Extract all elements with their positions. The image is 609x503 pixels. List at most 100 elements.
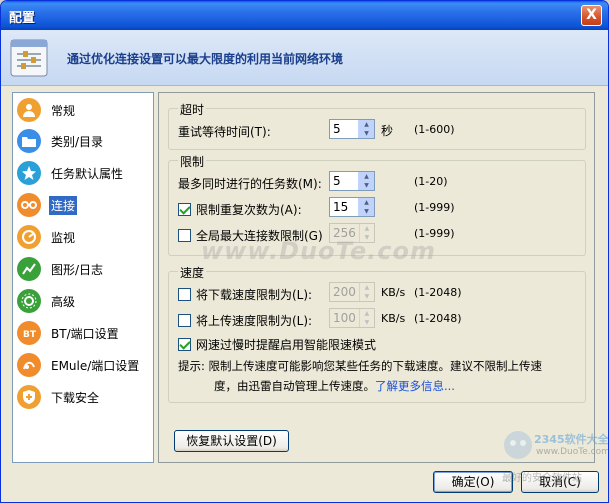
max-tasks-value: 5 xyxy=(333,174,341,188)
category-sidebar[interactable]: 常规 类别/目录 任务默认属性 连接 监视 图形/日志 高级 BT BT/端口设… xyxy=(12,92,154,463)
monitor-icon xyxy=(17,225,41,249)
upload-limit-stepper: 100 ▲ ▼ xyxy=(329,308,375,328)
corner-tagline: 最好的安全软件站 xyxy=(502,473,582,484)
upload-limit-checkbox[interactable] xyxy=(178,314,191,327)
sidebar-item-connection[interactable]: 连接 xyxy=(17,190,151,220)
sidebar-item-label: 下载安全 xyxy=(51,390,100,405)
retry-limit-checkbox[interactable] xyxy=(178,203,191,216)
restore-defaults-button[interactable]: 恢复默认设置(D) xyxy=(174,430,289,452)
spin-up-icon[interactable]: ▲ xyxy=(359,172,374,181)
global-conn-checkbox[interactable] xyxy=(178,229,191,242)
smart-limit-label: 网速过慢时提醒启用智能限速模式 xyxy=(196,338,377,352)
retry-limit-row[interactable]: 限制重复次数为(A): xyxy=(178,201,302,218)
title-bar[interactable]: 配置 X xyxy=(1,1,608,30)
sidebar-item-graph-log[interactable]: 图形/日志 xyxy=(17,254,151,284)
upload-limit-value: 100 xyxy=(333,311,356,325)
download-limit-row[interactable]: 将下载速度限制为(L): xyxy=(178,286,312,303)
hint-line-1: 提示: 限制上传速度可能影响您某些任务的下载速度。建议不限制上传速 xyxy=(178,359,543,373)
emule-icon xyxy=(17,353,41,377)
sidebar-item-emule-port[interactable]: EMule/端口设置 xyxy=(17,350,151,380)
download-limit-stepper: 200 ▲ ▼ xyxy=(329,282,375,302)
retry-wait-stepper[interactable]: 5 ▲ ▼ xyxy=(329,119,375,139)
close-icon: X xyxy=(586,7,597,23)
sidebar-item-general[interactable]: 常规 xyxy=(17,95,151,125)
gear-star-icon xyxy=(17,161,41,185)
retry-limit-label: 限制重复次数为(A): xyxy=(196,203,302,217)
hint-line-2-row: 度，由迅雷自动管理上传速度。 了解更多信息... xyxy=(214,378,455,394)
sidebar-item-label: 图形/日志 xyxy=(51,262,104,277)
max-tasks-range: (1-20) xyxy=(414,175,448,188)
watermark-text: www.DuoTe.com xyxy=(201,237,436,265)
sidebar-item-label: 任务默认属性 xyxy=(51,166,124,181)
retry-limit-value: 15 xyxy=(333,200,349,214)
connection-icon xyxy=(17,193,41,217)
download-limit-unit: KB/s xyxy=(381,286,406,299)
bt-icon: BT xyxy=(17,321,41,345)
sidebar-item-monitor[interactable]: 监视 xyxy=(17,222,151,252)
advanced-gear-icon xyxy=(17,289,41,313)
spin-up-icon[interactable]: ▲ xyxy=(359,120,374,129)
upload-limit-unit: KB/s xyxy=(381,312,406,325)
svg-text:BT: BT xyxy=(23,330,37,340)
download-limit-checkbox[interactable] xyxy=(178,288,191,301)
spin-down-icon[interactable]: ▼ xyxy=(359,207,374,216)
learn-more-link[interactable]: 了解更多信息... xyxy=(375,378,455,394)
retry-wait-label: 重试等待时间(T): xyxy=(178,125,271,139)
download-limit-range: (1-2048) xyxy=(414,286,462,299)
shield-icon xyxy=(17,385,41,409)
mascot-icon xyxy=(504,431,532,459)
upload-limit-row[interactable]: 将上传速度限制为(L): xyxy=(178,312,312,329)
spin-up-icon[interactable]: ▲ xyxy=(359,198,374,207)
speed-group: 速度 将下载速度限制为(L): 200 ▲ ▼ KB/s (1-2048) 将上传… xyxy=(168,264,586,403)
corner-brand: 2345软件大全 xyxy=(534,433,609,446)
retry-limit-stepper[interactable]: 15 ▲ ▼ xyxy=(329,197,375,217)
smart-limit-checkbox[interactable] xyxy=(178,338,191,351)
sidebar-item-label: BT/端口设置 xyxy=(51,326,119,341)
spin-down-icon: ▼ xyxy=(359,292,374,301)
connection-settings-panel: 超时 重试等待时间(T): 5 ▲ ▼ 秒 (1-600) 限制 最多同时进行的任… xyxy=(158,92,595,463)
spin-up-icon: ▲ xyxy=(359,224,374,233)
person-icon xyxy=(17,98,41,122)
sidebar-item-label: 类别/目录 xyxy=(51,134,104,149)
download-limit-value: 200 xyxy=(333,285,356,299)
group-title: 超时 xyxy=(178,101,207,118)
retry-wait-range: (1-600) xyxy=(414,123,455,136)
header-banner: 通过优化连接设置可以最大限度的利用当前网络环境 xyxy=(1,30,608,86)
max-tasks-label: 最多同时进行的任务数(M): xyxy=(178,177,322,191)
sidebar-item-label: EMule/端口设置 xyxy=(51,358,140,373)
retry-wait-value: 5 xyxy=(333,122,341,136)
sidebar-item-label: 常规 xyxy=(51,103,76,118)
corner-watermark-logo: 2345软件大全 www.DuoTe.com 最好的安全软件站 xyxy=(498,423,608,498)
folder-icon xyxy=(17,129,41,153)
download-limit-label: 将下载速度限制为(L): xyxy=(196,288,313,302)
banner-text: 通过优化连接设置可以最大限度的利用当前网络环境 xyxy=(67,52,344,66)
smart-limit-row[interactable]: 网速过慢时提醒启用智能限速模式 xyxy=(178,336,376,353)
settings-panel-icon xyxy=(10,39,48,77)
spin-down-icon: ▼ xyxy=(359,318,374,327)
config-dialog: 配置 X 通过优化连接设置可以最大限度的利用当前网络环境 常规 类别/目录 任务… xyxy=(0,0,609,503)
group-title: 限制 xyxy=(178,153,207,170)
sidebar-item-task-defaults[interactable]: 任务默认属性 xyxy=(17,158,151,188)
spin-up-icon: ▲ xyxy=(359,309,374,318)
upload-limit-label: 将上传速度限制为(L): xyxy=(196,314,313,328)
retry-limit-range: (1-999) xyxy=(414,201,455,214)
sidebar-item-label: 监视 xyxy=(51,230,76,245)
spin-down-icon[interactable]: ▼ xyxy=(359,129,374,138)
corner-site: www.DuoTe.com xyxy=(536,447,609,457)
close-button[interactable]: X xyxy=(581,5,602,26)
spin-up-icon: ▲ xyxy=(359,283,374,292)
spin-down-icon[interactable]: ▼ xyxy=(359,181,374,190)
group-title: 速度 xyxy=(178,264,207,281)
sidebar-item-label: 高级 xyxy=(51,294,76,309)
timeout-group: 超时 重试等待时间(T): 5 ▲ ▼ 秒 (1-600) xyxy=(168,101,586,150)
sidebar-item-label: 连接 xyxy=(49,195,78,215)
hint-line-2: 度，由迅雷自动管理上传速度。 xyxy=(214,379,375,393)
sidebar-item-download-security[interactable]: 下载安全 xyxy=(17,382,151,412)
sidebar-item-category[interactable]: 类别/目录 xyxy=(17,126,151,156)
sidebar-item-advanced[interactable]: 高级 xyxy=(17,286,151,316)
upload-limit-range: (1-2048) xyxy=(414,312,462,325)
max-tasks-stepper[interactable]: 5 ▲ ▼ xyxy=(329,171,375,191)
chart-icon xyxy=(17,257,41,281)
sidebar-item-bt-port[interactable]: BT BT/端口设置 xyxy=(17,318,151,348)
retry-wait-unit: 秒 xyxy=(381,124,394,138)
